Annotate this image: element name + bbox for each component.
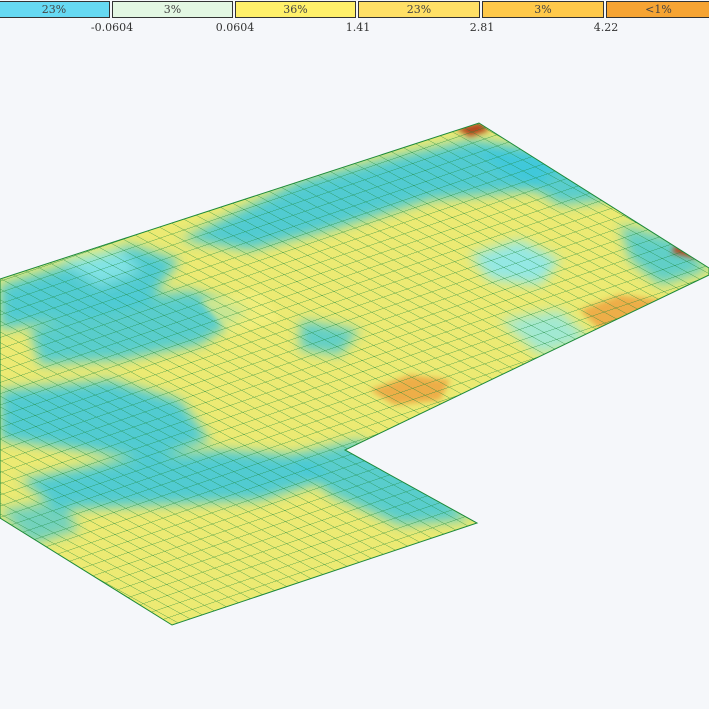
model-viewport[interactable]: [0, 0, 709, 709]
contour-plot[interactable]: [0, 0, 709, 709]
mesh-grid: [0, 123, 709, 625]
slab-surface: [0, 123, 709, 625]
